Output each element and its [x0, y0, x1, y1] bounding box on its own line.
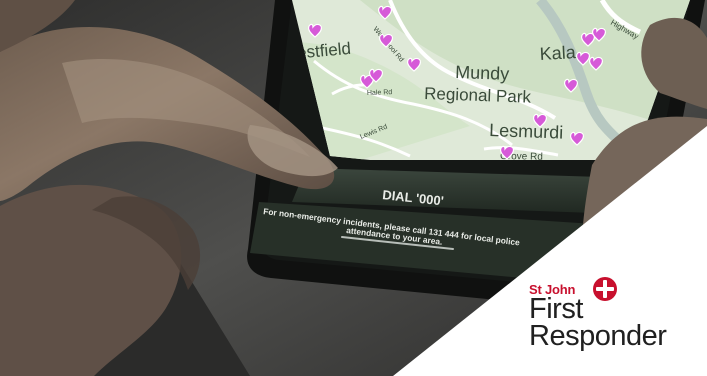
brand-title-line-2: Responder	[529, 320, 667, 352]
map-label-lesmurdie: Lesmurdi	[489, 120, 564, 143]
brand-title-line-1: First	[529, 293, 583, 325]
map-label-regional-park: Regional Park	[424, 84, 532, 107]
st-john-cross-icon	[593, 277, 617, 301]
map-label-mundy: Mundy	[455, 62, 510, 84]
hero-image: restfield Mundy Regional Park Lesmurdi K…	[0, 0, 707, 376]
map-label-hale-rd: Hale Rd	[367, 89, 393, 97]
map-label-kalamunda: Kala	[539, 42, 577, 64]
st-john-first-responder-logo: St John First Responder	[519, 276, 689, 358]
